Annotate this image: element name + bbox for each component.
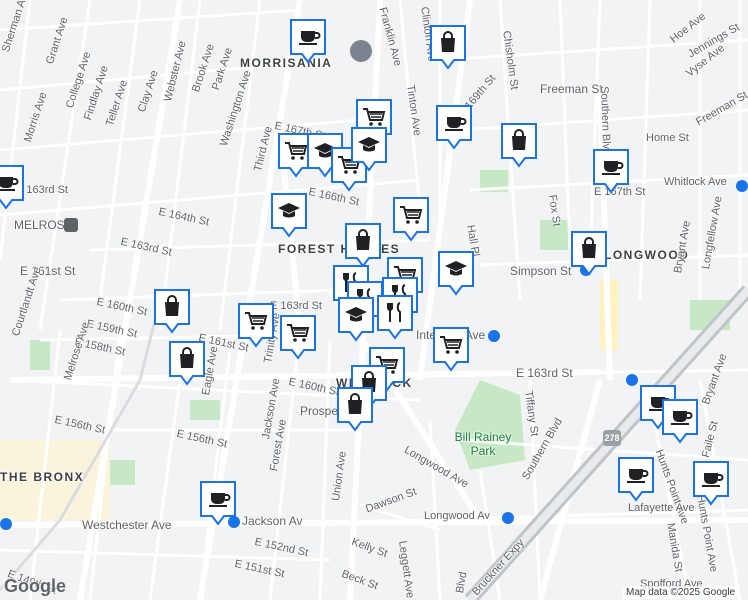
park-area [190,400,220,420]
street-label: Lafayette Ave [628,502,695,514]
subway-icon[interactable] [502,512,514,524]
map-pin-cafe[interactable] [592,148,630,194]
map-pin-grocery[interactable] [392,196,430,242]
subway-icon[interactable] [488,330,500,342]
google-logo: Google [4,576,66,596]
street-label: Freeman St [540,82,603,96]
map-pin-shop[interactable] [570,230,608,276]
map-pin-restaurant[interactable] [376,294,414,340]
map-pin-grocery[interactable] [279,314,317,360]
map-pin-shop[interactable] [429,24,467,70]
map-pin-cafe[interactable] [435,104,473,150]
map-pin-shop[interactable] [168,340,206,386]
map-pin-shop[interactable] [336,386,374,432]
map-pin-school[interactable] [270,192,308,238]
map-pin-grocery[interactable] [432,326,470,372]
park-area [110,460,135,485]
street-label: E 163rd St [270,300,322,312]
subway-icon[interactable] [0,518,12,530]
map-pin-cafe[interactable] [661,398,699,444]
street-label: Westchester Ave [82,518,172,532]
map-pin-cafe[interactable] [617,456,655,502]
map-pin-school[interactable] [350,126,388,172]
map-pin-cafe[interactable] [692,460,730,506]
subway-icon[interactable] [736,180,748,192]
subway-icon[interactable] [626,374,638,386]
street-label: Jackson Av [242,514,303,528]
map-pin-school[interactable] [337,296,375,342]
map-pin-school[interactable] [437,250,475,296]
street-label: Whitlock Ave [664,176,727,188]
train-icon[interactable] [64,218,78,232]
street-label: Home St [646,132,689,144]
street-label: Longwood Av [424,510,490,522]
park-label: Bill Rainey Park [454,430,512,458]
map-pin-cafe[interactable] [199,480,237,526]
park-area [30,340,50,370]
highway-shield: 278 [603,430,621,446]
map-pin-cafe[interactable] [289,18,327,64]
map-pin-shop[interactable] [500,122,538,168]
map-attribution: Map data ©2025 Google [622,586,740,599]
map-pin-shop[interactable] [153,288,191,334]
area-label: THE BRONX [0,470,85,484]
graduation-cap-icon[interactable] [350,40,372,62]
street-label: Simpson St [510,264,572,278]
map-canvas[interactable]: MORRISANIA FOREST HOUSES LONGWOOD WHITLO… [0,0,748,600]
map-pin-cafe[interactable] [0,164,25,210]
map-pin-grocery[interactable] [237,302,275,348]
street-label: Southern Blvd [598,86,613,156]
map-pin-shop[interactable] [344,222,382,268]
street-label: E 163rd St [516,366,573,380]
